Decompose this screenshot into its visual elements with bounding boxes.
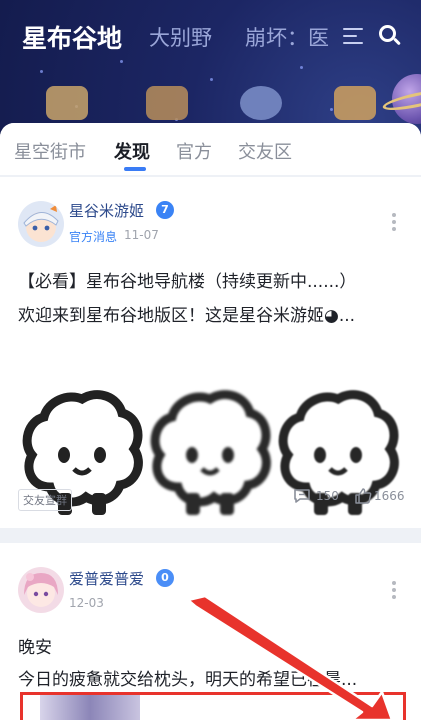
annotation-arrow: [186, 594, 394, 720]
